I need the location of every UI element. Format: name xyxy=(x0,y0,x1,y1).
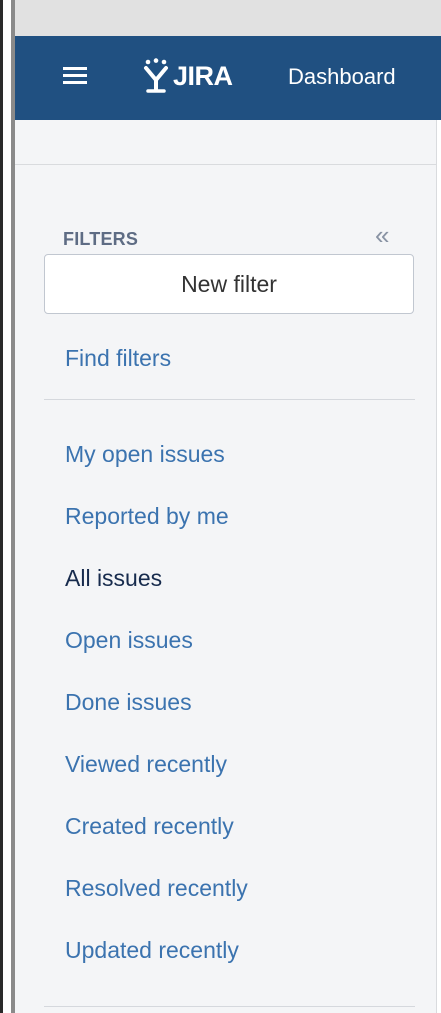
divider xyxy=(44,1006,415,1007)
jira-app: JIRA Dashboard FILTERS « New filter Find… xyxy=(15,36,441,1013)
hamburger-icon[interactable] xyxy=(63,64,89,88)
main-content-edge xyxy=(436,120,441,1013)
window-top-bar xyxy=(0,0,441,37)
filter-item-all-issues[interactable]: All issues xyxy=(65,561,248,623)
filter-item-resolved-recently[interactable]: Resolved recently xyxy=(65,871,248,933)
divider xyxy=(44,399,415,400)
filter-item-updated-recently[interactable]: Updated recently xyxy=(65,933,248,995)
top-navigation-bar: JIRA Dashboard xyxy=(15,36,441,120)
filter-item-created-recently[interactable]: Created recently xyxy=(65,809,248,871)
new-filter-button[interactable]: New filter xyxy=(44,254,414,314)
double-chevron-left-icon[interactable]: « xyxy=(375,222,389,248)
filters-heading: FILTERS xyxy=(63,229,139,249)
jira-logo[interactable]: JIRA xyxy=(143,56,233,96)
logo-text: JIRA xyxy=(173,61,233,91)
sub-header-bar xyxy=(15,120,441,165)
filters-sidebar: FILTERS « New filter Find filters My ope… xyxy=(15,165,436,1013)
filter-item-my-open-issues[interactable]: My open issues xyxy=(65,437,248,499)
filter-item-reported-by-me[interactable]: Reported by me xyxy=(65,499,248,561)
filter-list: My open issues Reported by me All issues… xyxy=(65,437,248,995)
filter-item-open-issues[interactable]: Open issues xyxy=(65,623,248,685)
jira-logo-icon xyxy=(144,58,168,93)
filter-item-viewed-recently[interactable]: Viewed recently xyxy=(65,747,248,809)
window-frame-left xyxy=(0,0,15,1013)
nav-dashboards[interactable]: Dashboard xyxy=(288,62,396,92)
filter-item-done-issues[interactable]: Done issues xyxy=(65,685,248,747)
find-filters-link[interactable]: Find filters xyxy=(65,343,171,373)
